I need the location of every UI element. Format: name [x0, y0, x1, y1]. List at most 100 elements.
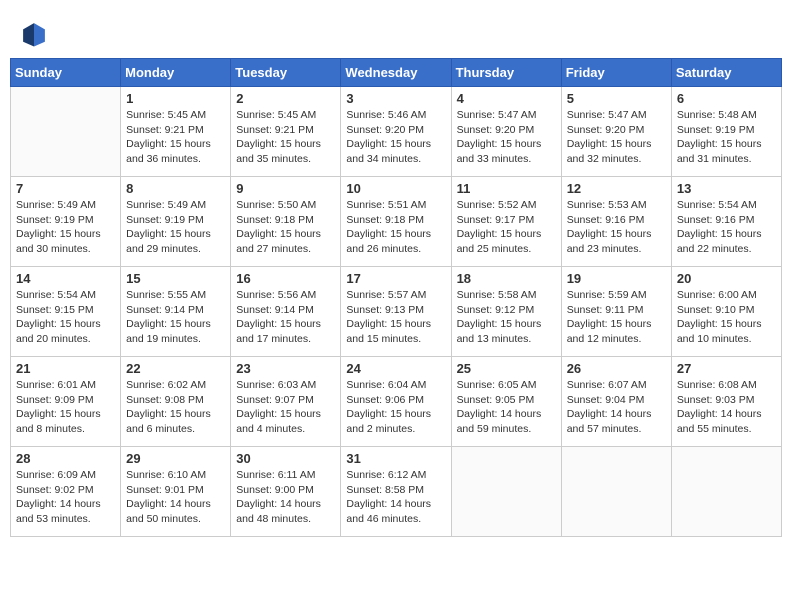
day-number: 9 — [236, 181, 335, 196]
day-info: Sunrise: 6:09 AM Sunset: 9:02 PM Dayligh… — [16, 468, 115, 527]
day-number: 31 — [346, 451, 445, 466]
weekday-header: SundayMondayTuesdayWednesdayThursdayFrid… — [11, 59, 782, 87]
day-number: 29 — [126, 451, 225, 466]
day-number: 25 — [457, 361, 556, 376]
day-number: 27 — [677, 361, 776, 376]
weekday-sunday: Sunday — [11, 59, 121, 87]
day-number: 15 — [126, 271, 225, 286]
weekday-saturday: Saturday — [671, 59, 781, 87]
calendar-cell: 12Sunrise: 5:53 AM Sunset: 9:16 PM Dayli… — [561, 177, 671, 267]
calendar-cell: 9 Sunrise: 5:50 AM Sunset: 9:18 PM Daylig… — [231, 177, 341, 267]
calendar-cell: 28 Sunrise: 6:09 AM Sunset: 9:02 PM Dayli… — [11, 447, 121, 537]
calendar-cell — [671, 447, 781, 537]
logo — [20, 20, 52, 48]
weekday-wednesday: Wednesday — [341, 59, 451, 87]
day-info: Sunrise: 6:04 AM Sunset: 9:06 PM Dayligh… — [346, 378, 445, 437]
calendar-cell — [11, 87, 121, 177]
day-info: Sunrise: 6:02 AM Sunset: 9:08 PM Dayligh… — [126, 378, 225, 437]
calendar-body: 1 Sunrise: 5:45 AM Sunset: 9:21 PM Daylig… — [11, 87, 782, 537]
calendar-cell: 4 Sunrise: 5:47 AM Sunset: 9:20 PM Daylig… — [451, 87, 561, 177]
calendar-cell: 26 Sunrise: 6:07 AM Sunset: 9:04 PM Dayli… — [561, 357, 671, 447]
day-info: Sunrise: 5:50 AM Sunset: 9:18 PM Dayligh… — [236, 198, 335, 257]
calendar-cell: 19 Sunrise: 5:59 AM Sunset: 9:11 PM Dayli… — [561, 267, 671, 357]
calendar-cell: 18 Sunrise: 5:58 AM Sunset: 9:12 PM Dayli… — [451, 267, 561, 357]
weekday-thursday: Thursday — [451, 59, 561, 87]
day-info: Sunrise: 5:45 AM Sunset: 9:21 PM Dayligh… — [126, 108, 225, 167]
calendar-cell: 10 Sunrise: 5:51 AM Sunset: 9:18 PM Dayli… — [341, 177, 451, 267]
day-number: 11 — [457, 181, 556, 196]
day-number: 24 — [346, 361, 445, 376]
day-info: Sunrise: 6:05 AM Sunset: 9:05 PM Dayligh… — [457, 378, 556, 437]
day-info: Sunrise: 5:58 AM Sunset: 9:12 PM Dayligh… — [457, 288, 556, 347]
weekday-monday: Monday — [121, 59, 231, 87]
day-info: Sunrise: 6:03 AM Sunset: 9:07 PM Dayligh… — [236, 378, 335, 437]
header — [10, 10, 782, 53]
calendar-cell: 5Sunrise: 5:47 AM Sunset: 9:20 PM Daylig… — [561, 87, 671, 177]
day-info: Sunrise: 5:47 AM Sunset: 9:20 PM Dayligh… — [457, 108, 556, 167]
day-number: 6 — [677, 91, 776, 106]
day-number: 5 — [567, 91, 666, 106]
day-info: Sunrise: 6:01 AM Sunset: 9:09 PM Dayligh… — [16, 378, 115, 437]
day-number: 23 — [236, 361, 335, 376]
calendar-cell: 15 Sunrise: 5:55 AM Sunset: 9:14 PM Dayli… — [121, 267, 231, 357]
calendar-cell: 29 Sunrise: 6:10 AM Sunset: 9:01 PM Dayli… — [121, 447, 231, 537]
day-number: 20 — [677, 271, 776, 286]
day-number: 16 — [236, 271, 335, 286]
day-number: 4 — [457, 91, 556, 106]
calendar-cell: 23 Sunrise: 6:03 AM Sunset: 9:07 PM Dayli… — [231, 357, 341, 447]
day-info: Sunrise: 6:11 AM Sunset: 9:00 PM Dayligh… — [236, 468, 335, 527]
calendar-cell: 27Sunrise: 6:08 AM Sunset: 9:03 PM Dayli… — [671, 357, 781, 447]
calendar-cell: 2 Sunrise: 5:45 AM Sunset: 9:21 PM Daylig… — [231, 87, 341, 177]
day-number: 8 — [126, 181, 225, 196]
day-number: 28 — [16, 451, 115, 466]
calendar-cell: 3 Sunrise: 5:46 AM Sunset: 9:20 PM Daylig… — [341, 87, 451, 177]
calendar-cell: 13 Sunrise: 5:54 AM Sunset: 9:16 PM Dayli… — [671, 177, 781, 267]
weekday-tuesday: Tuesday — [231, 59, 341, 87]
calendar-cell: 24 Sunrise: 6:04 AM Sunset: 9:06 PM Dayli… — [341, 357, 451, 447]
calendar-cell: 21Sunrise: 6:01 AM Sunset: 9:09 PM Dayli… — [11, 357, 121, 447]
calendar-cell: 7 Sunrise: 5:49 AM Sunset: 9:19 PM Daylig… — [11, 177, 121, 267]
day-number: 1 — [126, 91, 225, 106]
calendar-cell: 20 Sunrise: 6:00 AM Sunset: 9:10 PM Dayli… — [671, 267, 781, 357]
day-number: 7 — [16, 181, 115, 196]
day-number: 30 — [236, 451, 335, 466]
day-number: 18 — [457, 271, 556, 286]
day-info: Sunrise: 5:56 AM Sunset: 9:14 PM Dayligh… — [236, 288, 335, 347]
day-number: 14 — [16, 271, 115, 286]
day-number: 2 — [236, 91, 335, 106]
day-info: Sunrise: 5:52 AM Sunset: 9:17 PM Dayligh… — [457, 198, 556, 257]
day-info: Sunrise: 6:12 AM Sunset: 8:58 PM Dayligh… — [346, 468, 445, 527]
day-number: 3 — [346, 91, 445, 106]
day-info: Sunrise: 6:10 AM Sunset: 9:01 PM Dayligh… — [126, 468, 225, 527]
day-info: Sunrise: 5:55 AM Sunset: 9:14 PM Dayligh… — [126, 288, 225, 347]
weekday-friday: Friday — [561, 59, 671, 87]
day-number: 22 — [126, 361, 225, 376]
day-info: Sunrise: 5:49 AM Sunset: 9:19 PM Dayligh… — [16, 198, 115, 257]
day-info: Sunrise: 5:57 AM Sunset: 9:13 PM Dayligh… — [346, 288, 445, 347]
day-info: Sunrise: 5:49 AM Sunset: 9:19 PM Dayligh… — [126, 198, 225, 257]
day-number: 19 — [567, 271, 666, 286]
calendar-week-3: 14Sunrise: 5:54 AM Sunset: 9:15 PM Dayli… — [11, 267, 782, 357]
calendar-cell — [451, 447, 561, 537]
day-number: 26 — [567, 361, 666, 376]
day-info: Sunrise: 5:53 AM Sunset: 9:16 PM Dayligh… — [567, 198, 666, 257]
calendar-cell: 22 Sunrise: 6:02 AM Sunset: 9:08 PM Dayli… — [121, 357, 231, 447]
day-info: Sunrise: 5:54 AM Sunset: 9:16 PM Dayligh… — [677, 198, 776, 257]
calendar-cell: 14Sunrise: 5:54 AM Sunset: 9:15 PM Dayli… — [11, 267, 121, 357]
day-number: 10 — [346, 181, 445, 196]
day-info: Sunrise: 6:00 AM Sunset: 9:10 PM Dayligh… — [677, 288, 776, 347]
calendar-cell: 6Sunrise: 5:48 AM Sunset: 9:19 PM Daylig… — [671, 87, 781, 177]
day-info: Sunrise: 5:51 AM Sunset: 9:18 PM Dayligh… — [346, 198, 445, 257]
day-number: 17 — [346, 271, 445, 286]
day-info: Sunrise: 5:59 AM Sunset: 9:11 PM Dayligh… — [567, 288, 666, 347]
calendar-table: SundayMondayTuesdayWednesdayThursdayFrid… — [10, 58, 782, 537]
day-info: Sunrise: 6:07 AM Sunset: 9:04 PM Dayligh… — [567, 378, 666, 437]
calendar-week-4: 21Sunrise: 6:01 AM Sunset: 9:09 PM Dayli… — [11, 357, 782, 447]
day-info: Sunrise: 5:45 AM Sunset: 9:21 PM Dayligh… — [236, 108, 335, 167]
calendar-cell: 31 Sunrise: 6:12 AM Sunset: 8:58 PM Dayli… — [341, 447, 451, 537]
day-info: Sunrise: 5:46 AM Sunset: 9:20 PM Dayligh… — [346, 108, 445, 167]
calendar-week-2: 7 Sunrise: 5:49 AM Sunset: 9:19 PM Daylig… — [11, 177, 782, 267]
calendar-cell: 11 Sunrise: 5:52 AM Sunset: 9:17 PM Dayli… — [451, 177, 561, 267]
day-number: 13 — [677, 181, 776, 196]
calendar-cell: 25 Sunrise: 6:05 AM Sunset: 9:05 PM Dayli… — [451, 357, 561, 447]
